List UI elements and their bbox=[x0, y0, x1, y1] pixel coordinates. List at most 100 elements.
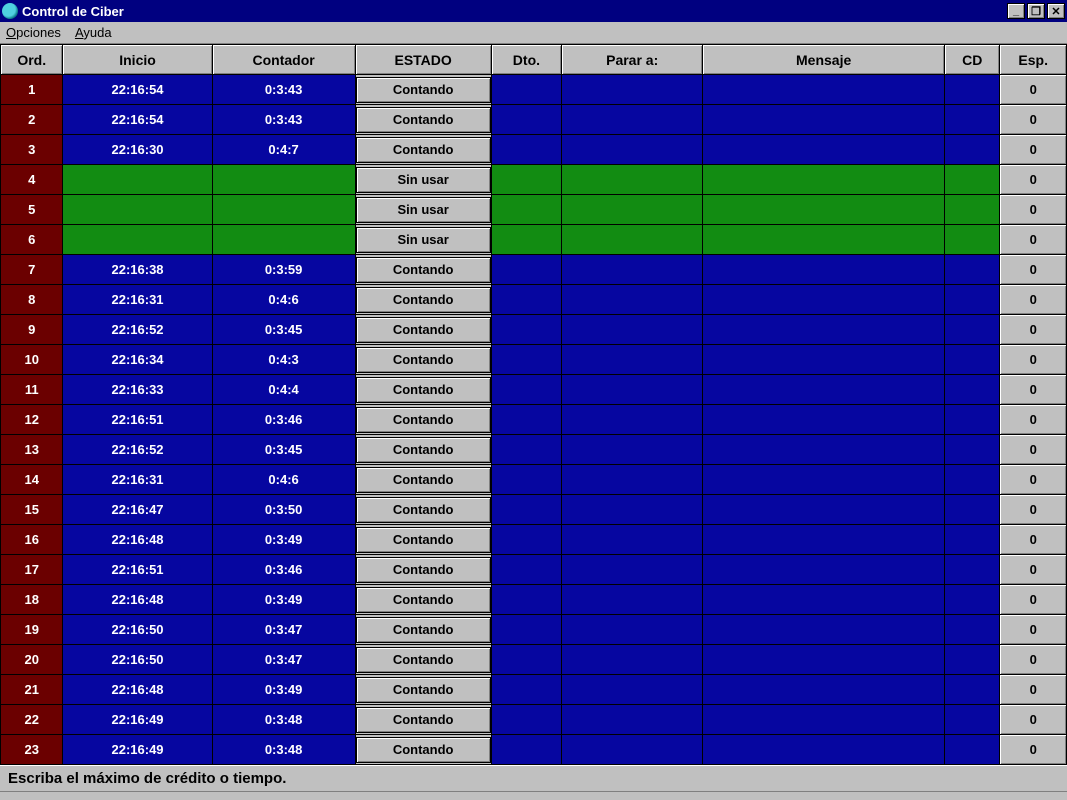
table-row[interactable]: 4Sin usar0 bbox=[1, 165, 1067, 195]
estado-button[interactable]: Contando bbox=[356, 137, 491, 163]
close-button[interactable]: ✕ bbox=[1047, 3, 1065, 19]
cell-inicio: 22:16:54 bbox=[63, 105, 212, 135]
cell-estado: Contando bbox=[355, 435, 491, 465]
estado-button[interactable]: Contando bbox=[356, 677, 491, 703]
cell-parar bbox=[562, 705, 703, 735]
maximize-button[interactable]: ❐ bbox=[1027, 3, 1045, 19]
table-row[interactable]: 1922:16:500:3:47Contando0 bbox=[1, 615, 1067, 645]
cell-esp: 0 bbox=[1000, 405, 1067, 435]
cell-mensaje bbox=[703, 405, 945, 435]
estado-button[interactable]: Contando bbox=[356, 617, 491, 643]
estado-button[interactable]: Contando bbox=[356, 77, 491, 103]
cell-estado: Contando bbox=[355, 585, 491, 615]
cell-cd bbox=[945, 735, 1000, 765]
estado-button[interactable]: Contando bbox=[356, 347, 491, 373]
cell-estado: Contando bbox=[355, 495, 491, 525]
header-mensaje[interactable]: Mensaje bbox=[703, 45, 945, 75]
cell-parar bbox=[562, 315, 703, 345]
table-row[interactable]: 2322:16:490:3:48Contando0 bbox=[1, 735, 1067, 765]
cell-mensaje bbox=[703, 735, 945, 765]
cell-inicio: 22:16:47 bbox=[63, 495, 212, 525]
table-row[interactable]: 2022:16:500:3:47Contando0 bbox=[1, 645, 1067, 675]
cell-contador: 0:3:45 bbox=[212, 435, 355, 465]
estado-button[interactable]: Contando bbox=[356, 257, 491, 283]
cell-dto bbox=[491, 135, 562, 165]
minimize-button[interactable]: _ bbox=[1007, 3, 1025, 19]
estado-button[interactable]: Contando bbox=[356, 497, 491, 523]
cell-dto bbox=[491, 675, 562, 705]
cell-dto bbox=[491, 465, 562, 495]
header-inicio[interactable]: Inicio bbox=[63, 45, 212, 75]
estado-button[interactable]: Contando bbox=[356, 467, 491, 493]
cell-esp: 0 bbox=[1000, 315, 1067, 345]
window-buttons: _ ❐ ✕ bbox=[1007, 3, 1065, 19]
cell-inicio: 22:16:33 bbox=[63, 375, 212, 405]
estado-button[interactable]: Sin usar bbox=[356, 227, 491, 253]
table-row[interactable]: 122:16:540:3:43Contando0 bbox=[1, 75, 1067, 105]
table-row[interactable]: 322:16:300:4:7Contando0 bbox=[1, 135, 1067, 165]
table-row[interactable]: 1422:16:310:4:6Contando0 bbox=[1, 465, 1067, 495]
header-esp[interactable]: Esp. bbox=[1000, 45, 1067, 75]
table-row[interactable]: 2222:16:490:3:48Contando0 bbox=[1, 705, 1067, 735]
table-row[interactable]: 1622:16:480:3:49Contando0 bbox=[1, 525, 1067, 555]
cell-estado: Contando bbox=[355, 615, 491, 645]
estado-button[interactable]: Contando bbox=[356, 437, 491, 463]
estado-button[interactable]: Sin usar bbox=[356, 167, 491, 193]
header-parar[interactable]: Parar a: bbox=[562, 45, 703, 75]
estado-button[interactable]: Contando bbox=[356, 647, 491, 673]
cell-ord: 2 bbox=[1, 105, 63, 135]
cell-esp: 0 bbox=[1000, 705, 1067, 735]
header-ord[interactable]: Ord. bbox=[1, 45, 63, 75]
cell-ord: 12 bbox=[1, 405, 63, 435]
cell-esp: 0 bbox=[1000, 645, 1067, 675]
table-row[interactable]: 1122:16:330:4:4Contando0 bbox=[1, 375, 1067, 405]
header-cd[interactable]: CD bbox=[945, 45, 1000, 75]
header-estado[interactable]: ESTADO bbox=[355, 45, 491, 75]
table-row[interactable]: 1222:16:510:3:46Contando0 bbox=[1, 405, 1067, 435]
estado-button[interactable]: Contando bbox=[356, 377, 491, 403]
estado-button[interactable]: Contando bbox=[356, 587, 491, 613]
table-row[interactable]: 922:16:520:3:45Contando0 bbox=[1, 315, 1067, 345]
cell-dto bbox=[491, 225, 562, 255]
estado-button[interactable]: Contando bbox=[356, 287, 491, 313]
header-row: Ord. Inicio Contador ESTADO Dto. Parar a… bbox=[1, 45, 1067, 75]
table-row[interactable]: 2122:16:480:3:49Contando0 bbox=[1, 675, 1067, 705]
cell-cd bbox=[945, 645, 1000, 675]
cell-contador bbox=[212, 195, 355, 225]
table-row[interactable]: 822:16:310:4:6Contando0 bbox=[1, 285, 1067, 315]
table-row[interactable]: 6Sin usar0 bbox=[1, 225, 1067, 255]
cell-esp: 0 bbox=[1000, 165, 1067, 195]
cell-ord: 19 bbox=[1, 615, 63, 645]
cell-cd bbox=[945, 495, 1000, 525]
cell-cd bbox=[945, 345, 1000, 375]
cell-inicio: 22:16:48 bbox=[63, 585, 212, 615]
estado-button[interactable]: Contando bbox=[356, 407, 491, 433]
menu-opciones[interactable]: Opciones bbox=[6, 25, 61, 40]
cell-dto bbox=[491, 495, 562, 525]
estado-button[interactable]: Contando bbox=[356, 737, 491, 763]
header-dto[interactable]: Dto. bbox=[491, 45, 562, 75]
estado-button[interactable]: Sin usar bbox=[356, 197, 491, 223]
cell-cd bbox=[945, 555, 1000, 585]
cell-ord: 11 bbox=[1, 375, 63, 405]
cell-cd bbox=[945, 75, 1000, 105]
table-row[interactable]: 722:16:380:3:59Contando0 bbox=[1, 255, 1067, 285]
estado-button[interactable]: Contando bbox=[356, 317, 491, 343]
table-row[interactable]: 1522:16:470:3:50Contando0 bbox=[1, 495, 1067, 525]
cell-contador: 0:3:47 bbox=[212, 645, 355, 675]
table-row[interactable]: 1722:16:510:3:46Contando0 bbox=[1, 555, 1067, 585]
table-row[interactable]: 1822:16:480:3:49Contando0 bbox=[1, 585, 1067, 615]
header-contador[interactable]: Contador bbox=[212, 45, 355, 75]
table-row[interactable]: 5Sin usar0 bbox=[1, 195, 1067, 225]
estado-button[interactable]: Contando bbox=[356, 527, 491, 553]
estado-button[interactable]: Contando bbox=[356, 107, 491, 133]
table-row[interactable]: 1022:16:340:4:3Contando0 bbox=[1, 345, 1067, 375]
estado-button[interactable]: Contando bbox=[356, 557, 491, 583]
table-row[interactable]: 1322:16:520:3:45Contando0 bbox=[1, 435, 1067, 465]
estado-button[interactable]: Contando bbox=[356, 707, 491, 733]
cell-parar bbox=[562, 285, 703, 315]
menu-opciones-rest: pciones bbox=[16, 25, 61, 40]
cell-contador: 0:3:49 bbox=[212, 525, 355, 555]
menu-ayuda[interactable]: Ayuda bbox=[75, 25, 112, 40]
table-row[interactable]: 222:16:540:3:43Contando0 bbox=[1, 105, 1067, 135]
